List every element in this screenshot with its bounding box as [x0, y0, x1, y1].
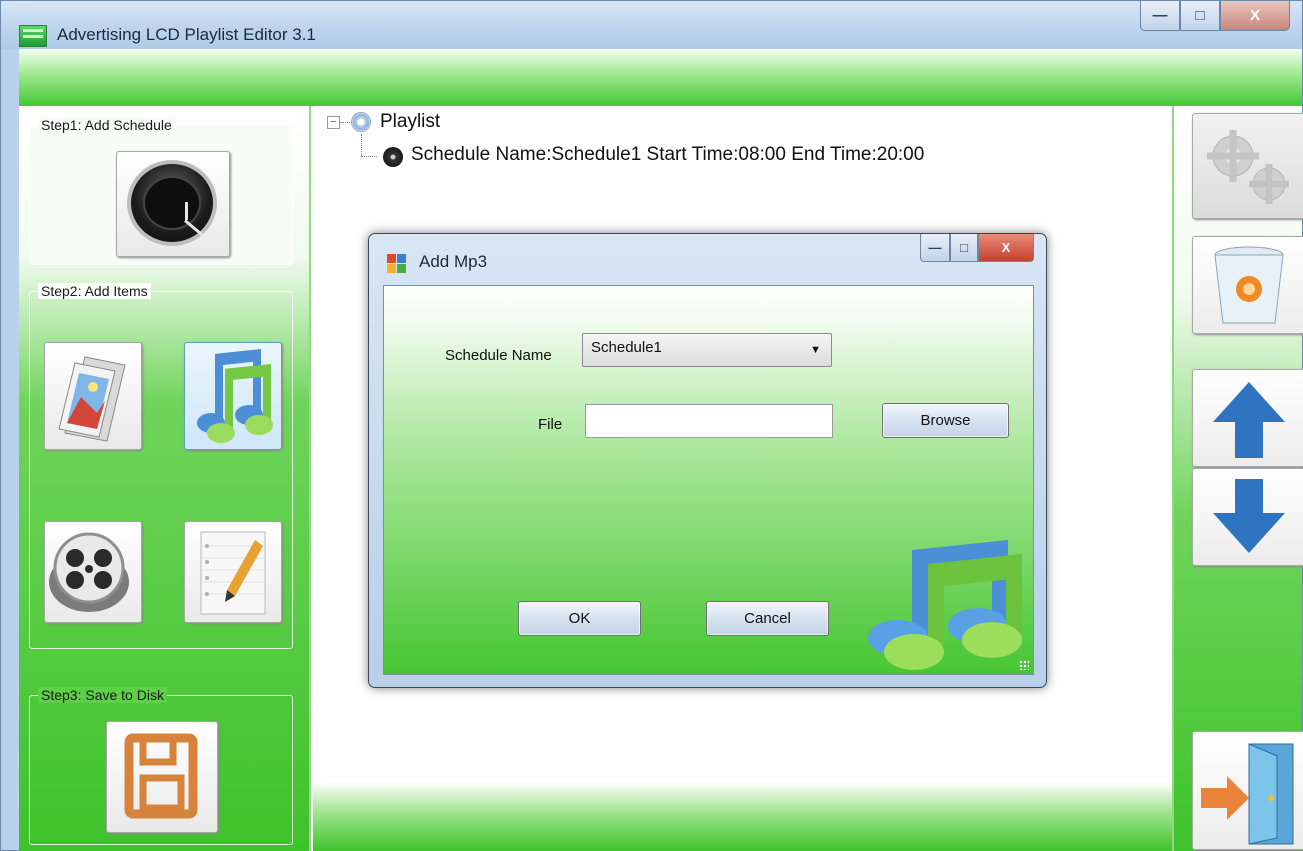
notepad-icon [200, 531, 266, 615]
tree-node-playlist[interactable]: Playlist [380, 111, 440, 133]
playlist-icon [351, 112, 371, 132]
music-notes-icon [868, 540, 1022, 670]
schedule-name-dropdown[interactable]: Schedule1 ▼ [582, 333, 832, 367]
save-disk-icon [124, 733, 198, 819]
settings-icon [1207, 130, 1289, 204]
title-bar[interactable]: Advertising LCD Playlist Editor 3.1 — □ … [1, 1, 1302, 49]
app-icon [19, 25, 47, 47]
add-schedule-button[interactable] [116, 151, 230, 257]
tree-collapse-toggle[interactable]: − [327, 116, 340, 129]
add-video-button[interactable] [44, 521, 142, 623]
file-label: File [538, 416, 563, 433]
save-to-disk-button[interactable] [106, 721, 218, 833]
chevron-down-icon: ▼ [810, 344, 821, 356]
step3-group: Step3: Save to Disk [29, 687, 293, 845]
maximize-button[interactable]: □ [1180, 1, 1220, 31]
music-icon [197, 349, 273, 443]
add-music-button[interactable] [184, 342, 282, 450]
step3-label: Step3: Save to Disk [38, 687, 167, 703]
schedule-name-label: Schedule Name [445, 347, 552, 364]
step1-label: Step1: Add Schedule [38, 117, 175, 133]
window-title: Advertising LCD Playlist Editor 3.1 [57, 25, 316, 44]
schedule-name-value: Schedule1 [591, 339, 662, 356]
resize-grip-icon[interactable] [1019, 660, 1029, 670]
exit-button[interactable] [1192, 731, 1303, 850]
dialog-body: Schedule Name Schedule1 ▼ File Browse OK… [383, 285, 1034, 675]
step2-label: Step2: Add Items [38, 283, 151, 299]
minimize-icon: — [1152, 7, 1168, 24]
close-button[interactable]: X [1220, 1, 1290, 31]
minimize-icon: — [928, 240, 942, 255]
film-reel-icon [49, 532, 129, 612]
right-actions-panel [1172, 106, 1303, 851]
window-controls: — □ X [1140, 1, 1290, 31]
clock-icon [127, 160, 217, 246]
add-image-button[interactable] [44, 342, 142, 450]
maximize-icon: □ [960, 240, 968, 255]
dialog-app-icon [387, 254, 407, 274]
dialog-close-button[interactable]: X [978, 234, 1034, 262]
tree-bottom-strip [313, 782, 1172, 851]
arrow-down-icon [1213, 479, 1285, 553]
step1-group: Step1: Add Schedule [29, 117, 293, 265]
step2-group: Step2: Add Items [29, 283, 293, 649]
delete-button[interactable] [1192, 236, 1303, 334]
settings-button[interactable] [1192, 113, 1303, 219]
cancel-button[interactable]: Cancel [706, 601, 829, 636]
minimize-button[interactable]: — [1140, 1, 1180, 31]
move-up-button[interactable] [1192, 369, 1303, 467]
maximize-icon: □ [1195, 7, 1205, 24]
move-down-button[interactable] [1192, 468, 1303, 566]
image-icon [58, 356, 126, 442]
add-mp3-dialog: Add Mp3 — □ X Schedule Name Schedule1 ▼ … [368, 233, 1047, 688]
arrow-up-icon [1213, 382, 1285, 458]
dialog-maximize-button[interactable]: □ [950, 234, 978, 262]
tree-node-schedule[interactable]: Schedule Name:Schedule1 Start Time:08:00… [411, 144, 924, 166]
exit-door-icon [1201, 743, 1294, 845]
top-banner-strip [19, 49, 1302, 106]
dialog-minimize-button[interactable]: — [920, 234, 950, 262]
add-text-button[interactable] [184, 521, 282, 623]
file-path-input[interactable] [585, 404, 833, 438]
left-steps-panel: Step1: Add Schedule Step2: Add Items Ste… [19, 106, 311, 851]
close-icon: X [1001, 240, 1011, 255]
ok-button[interactable]: OK [518, 601, 641, 636]
browse-button[interactable]: Browse [882, 403, 1009, 438]
dialog-title: Add Mp3 [419, 252, 488, 271]
schedule-node-icon [383, 147, 403, 167]
recycle-bin-icon [1214, 246, 1284, 324]
close-icon: X [1249, 7, 1260, 24]
dialog-window-controls: — □ X [920, 234, 1034, 262]
